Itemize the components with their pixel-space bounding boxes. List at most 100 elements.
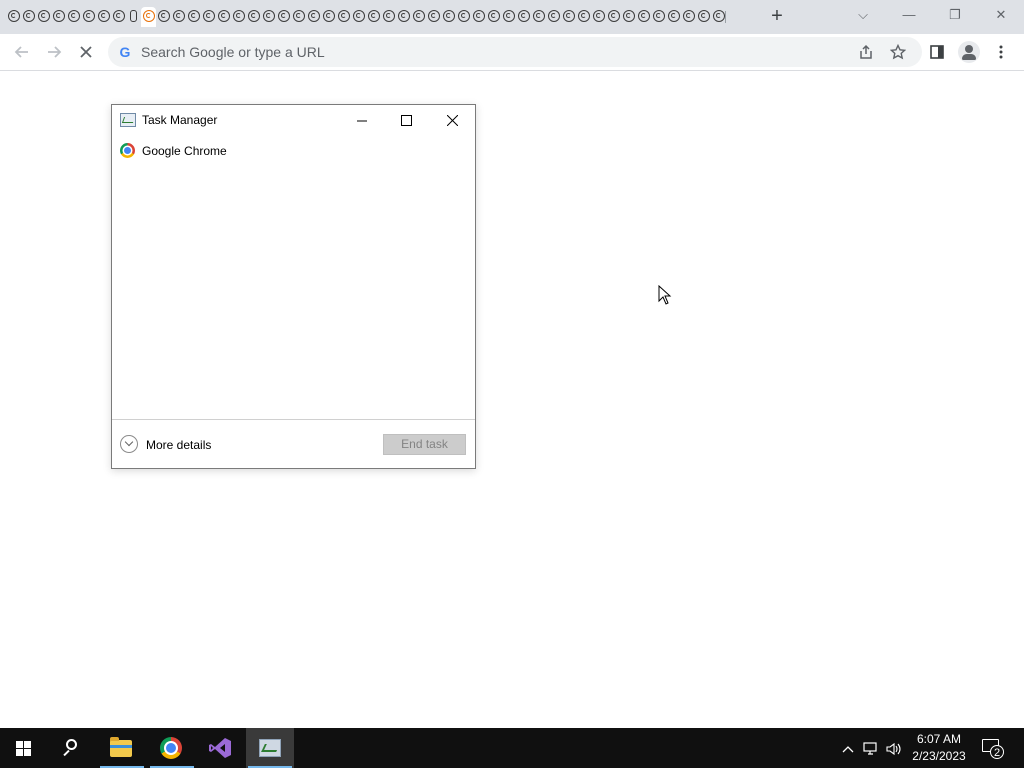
- process-list: Google Chrome: [112, 137, 475, 417]
- browser-tab[interactable]: [246, 7, 261, 27]
- volume-icon[interactable]: [884, 738, 904, 758]
- tab-favicon-icon: [383, 10, 395, 22]
- browser-tab[interactable]: [36, 7, 51, 27]
- browser-tab[interactable]: [6, 7, 21, 27]
- chrome-menu-icon[interactable]: [990, 41, 1012, 63]
- more-details-link[interactable]: More details: [146, 438, 211, 452]
- browser-tab[interactable]: [96, 7, 111, 27]
- browser-tab[interactable]: [126, 7, 141, 27]
- task-manager-minimize-button[interactable]: [339, 105, 384, 135]
- browser-tab[interactable]: [66, 7, 81, 27]
- task-manager-maximize-button[interactable]: [384, 105, 429, 135]
- browser-tab[interactable]: [636, 7, 651, 27]
- start-button[interactable]: [0, 728, 48, 768]
- browser-tab[interactable]: [606, 7, 621, 27]
- back-button[interactable]: [10, 40, 34, 64]
- network-icon[interactable]: [861, 738, 881, 758]
- browser-tab[interactable]: [351, 7, 366, 27]
- browser-tab[interactable]: [666, 7, 681, 27]
- omnibox-input[interactable]: [141, 42, 821, 62]
- taskbar-search-button[interactable]: [48, 728, 96, 768]
- browser-tab[interactable]: [201, 7, 216, 27]
- notification-count-badge: 2: [990, 745, 1004, 759]
- browser-tab[interactable]: [231, 7, 246, 27]
- profile-avatar-icon[interactable]: [958, 41, 980, 63]
- tab-favicon-icon: [53, 10, 65, 22]
- browser-tab-active[interactable]: [141, 7, 156, 27]
- tab-favicon-icon: [653, 10, 665, 22]
- browser-tab[interactable]: [531, 7, 546, 27]
- browser-tab[interactable]: [576, 7, 591, 27]
- taskbar-task-manager[interactable]: [246, 728, 294, 768]
- browser-tab[interactable]: [51, 7, 66, 27]
- browser-tab[interactable]: [516, 7, 531, 27]
- tab-favicon-icon: [473, 10, 485, 22]
- browser-tab[interactable]: [381, 7, 396, 27]
- browser-tab[interactable]: [261, 7, 276, 27]
- side-panel-icon[interactable]: [926, 41, 948, 63]
- chrome-icon: [120, 143, 135, 158]
- browser-tab[interactable]: [21, 7, 36, 27]
- taskbar-visual-studio[interactable]: [197, 728, 245, 768]
- browser-tab[interactable]: [216, 7, 231, 27]
- browser-tab[interactable]: [366, 7, 381, 27]
- tab-favicon-icon: [683, 10, 695, 22]
- tab-favicon-icon: [428, 10, 440, 22]
- expand-chevron-icon[interactable]: [120, 435, 138, 453]
- browser-tab[interactable]: [501, 7, 516, 27]
- tab-favicon-icon: [278, 10, 290, 22]
- browser-tab[interactable]: [696, 7, 711, 27]
- browser-tab[interactable]: [276, 7, 291, 27]
- omnibox[interactable]: G: [108, 37, 922, 67]
- tab-favicon-icon: [188, 10, 200, 22]
- tab-favicon-icon: [23, 10, 35, 22]
- browser-tab[interactable]: [591, 7, 606, 27]
- browser-tab[interactable]: [471, 7, 486, 27]
- window-restore-button[interactable]: ❐: [940, 4, 970, 26]
- browser-tab[interactable]: [186, 7, 201, 27]
- tab-search-dropdown-icon[interactable]: ⌵: [848, 4, 878, 26]
- browser-tab[interactable]: [291, 7, 306, 27]
- browser-tab[interactable]: [321, 7, 336, 27]
- end-task-button[interactable]: End task: [383, 434, 466, 455]
- browser-tab[interactable]: [411, 7, 426, 27]
- browser-tab[interactable]: [81, 7, 96, 27]
- task-manager-title: Task Manager: [142, 113, 218, 127]
- taskbar-file-explorer[interactable]: [98, 728, 146, 768]
- browser-tab[interactable]: [711, 7, 726, 27]
- bookmark-star-icon[interactable]: [889, 43, 907, 60]
- tab-favicon-icon: [98, 10, 110, 22]
- browser-tab[interactable]: [621, 7, 636, 27]
- browser-tab[interactable]: [396, 7, 411, 27]
- taskbar-google-chrome[interactable]: [148, 728, 196, 768]
- window-close-button[interactable]: ✕: [986, 4, 1016, 26]
- browser-tab[interactable]: [441, 7, 456, 27]
- new-tab-button[interactable]: +: [766, 5, 788, 27]
- browser-tab[interactable]: [561, 7, 576, 27]
- tab-favicon-icon: [353, 10, 365, 22]
- tab-favicon-icon: [503, 10, 515, 22]
- stop-loading-button[interactable]: [74, 40, 98, 64]
- browser-tab[interactable]: [111, 7, 126, 27]
- browser-tab[interactable]: [171, 7, 186, 27]
- browser-tab[interactable]: [681, 7, 696, 27]
- browser-tab[interactable]: [651, 7, 666, 27]
- task-manager-close-button[interactable]: [430, 105, 475, 135]
- forward-button[interactable]: [42, 40, 66, 64]
- browser-tab[interactable]: [426, 7, 441, 27]
- browser-tab[interactable]: [546, 7, 561, 27]
- action-center-button[interactable]: 2: [980, 736, 1004, 760]
- task-manager-titlebar[interactable]: Task Manager: [112, 105, 475, 135]
- browser-tab[interactable]: [336, 7, 351, 27]
- window-minimize-button[interactable]: —: [894, 4, 924, 26]
- browser-tab[interactable]: [306, 7, 321, 27]
- share-icon[interactable]: [858, 44, 874, 60]
- browser-tab[interactable]: [156, 7, 171, 27]
- process-row[interactable]: Google Chrome: [112, 139, 475, 161]
- browser-tab[interactable]: [456, 7, 471, 27]
- show-hidden-icons-chevron-icon[interactable]: [838, 738, 858, 758]
- tab-favicon-icon: [173, 10, 185, 22]
- tab-list: [6, 7, 726, 27]
- browser-tab[interactable]: [486, 7, 501, 27]
- system-clock[interactable]: 6:07 AM 2/23/2023: [906, 731, 972, 765]
